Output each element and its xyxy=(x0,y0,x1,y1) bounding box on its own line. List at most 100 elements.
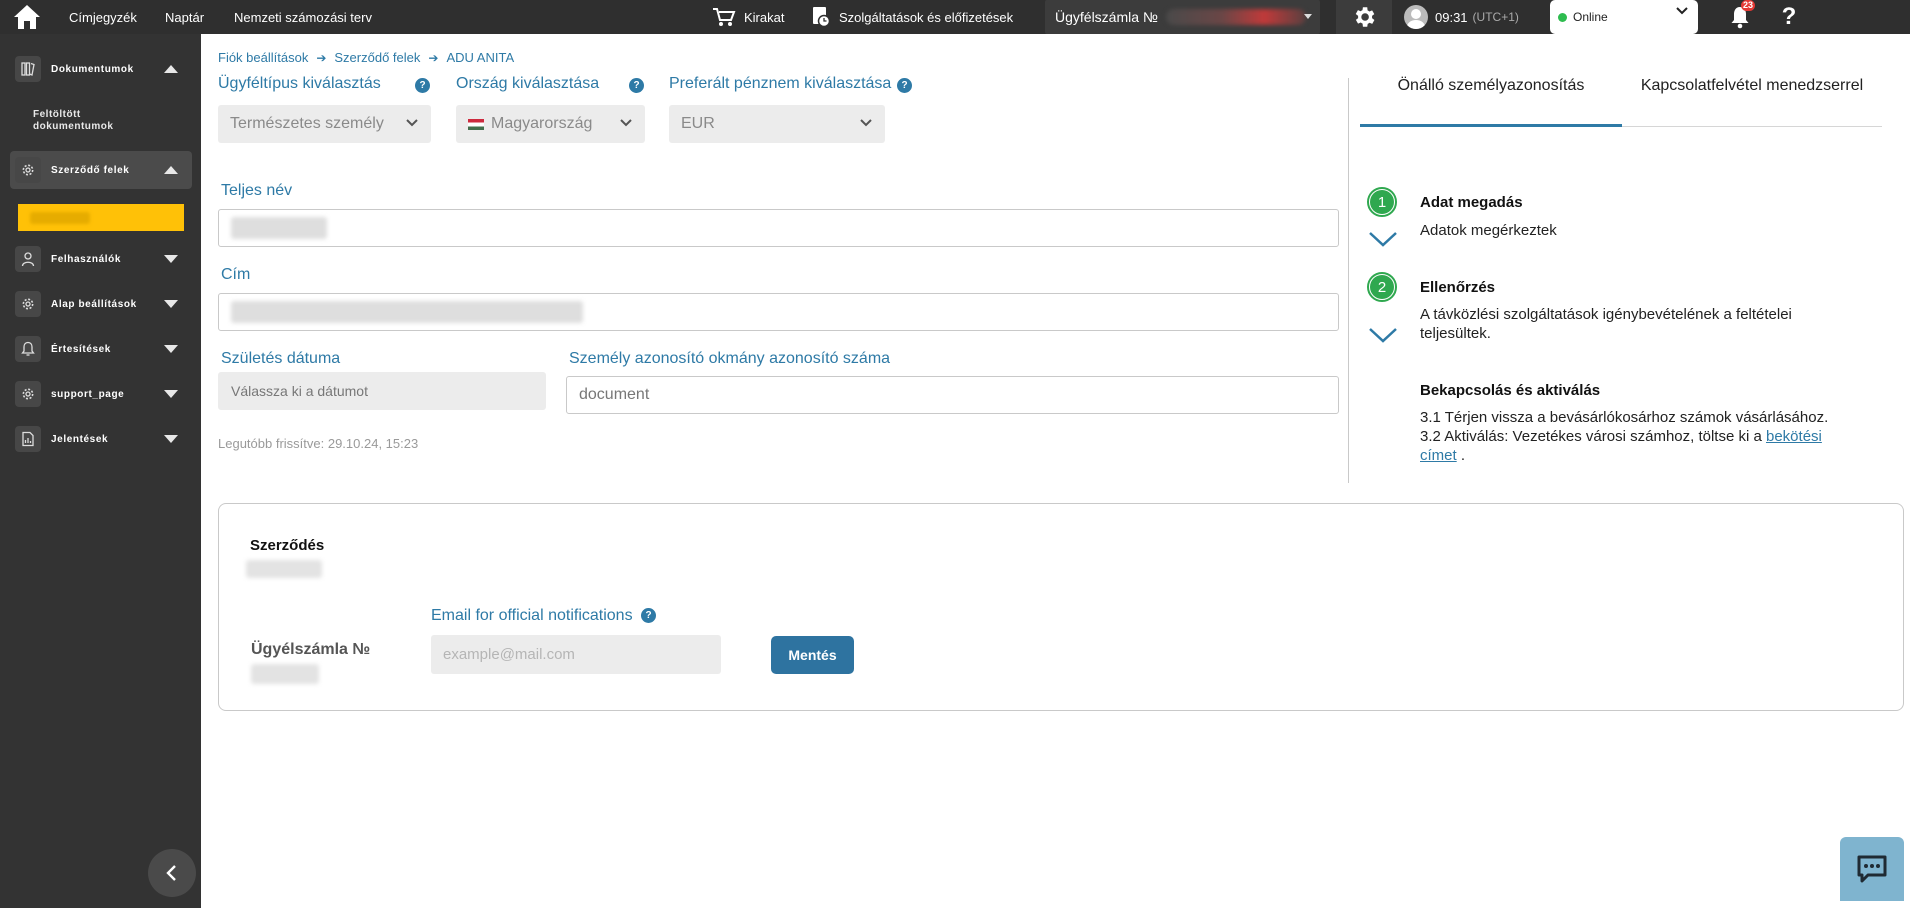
account-number-label: Ügyélszámla № xyxy=(251,641,371,658)
arrow-down-icon xyxy=(164,435,178,443)
services-link[interactable]: Szolgáltatások és előfizetések xyxy=(811,0,1013,34)
currency-value: EUR xyxy=(681,115,715,132)
sidebar-item-label: support_page xyxy=(51,388,125,400)
sidebar-item-reports[interactable]: Jelentések xyxy=(10,420,192,458)
notifications-button[interactable]: 23 xyxy=(1728,0,1756,34)
chevron-down-icon xyxy=(620,119,632,127)
step-1-number: 1 xyxy=(1370,190,1394,214)
step-3-title: Bekapcsolás és aktiválás xyxy=(1420,382,1601,399)
shop-label: Kirakat xyxy=(744,9,785,25)
avatar xyxy=(1404,5,1428,29)
save-button[interactable]: Mentés xyxy=(771,636,854,674)
client-type-value: Természetes személy xyxy=(230,115,384,132)
chevron-down-icon xyxy=(1676,7,1688,15)
sidebar-item-notifications[interactable]: Értesítések xyxy=(10,330,192,368)
sidebar-subitem-uploaded-documents[interactable]: Feltöltött dokumentumok xyxy=(33,109,153,133)
status-select[interactable]: Online xyxy=(1550,0,1698,34)
sidebar-item-support[interactable]: support_page xyxy=(10,375,192,413)
chat-button[interactable] xyxy=(1840,837,1904,901)
sidebar-item-label: Jelentések xyxy=(51,433,109,445)
tab-contact-manager[interactable]: Kapcsolatfelvétel menedzserrel xyxy=(1622,72,1882,127)
breadcrumb-item-current: ADU ANITA xyxy=(446,50,515,65)
library-icon xyxy=(15,56,41,82)
help-icon[interactable]: ? xyxy=(415,78,430,93)
step-2-indicator: 2 xyxy=(1367,272,1397,302)
settings-button[interactable] xyxy=(1336,0,1392,34)
tab-active-indicator xyxy=(1360,124,1622,127)
country-select[interactable]: Magyarország xyxy=(456,105,645,143)
breadcrumb: Fiók beállítások ➔ Szerződő felek ➔ ADU … xyxy=(218,50,514,65)
step-1-title: Adat megadás xyxy=(1420,194,1523,211)
sidebar-item-base-settings[interactable]: Alap beállítások xyxy=(10,285,192,323)
sidebar-item-label: Alap beállítások xyxy=(51,298,137,310)
sidebar-item-label: Értesítések xyxy=(51,343,111,355)
status-value: Online xyxy=(1573,10,1608,24)
report-icon xyxy=(15,426,41,452)
id-document-placeholder: document xyxy=(579,386,650,403)
numbering-plan-link[interactable]: Nemzeti számozási terv xyxy=(234,0,372,34)
currency-select[interactable]: EUR xyxy=(669,105,885,143)
arrow-right-icon: ➔ xyxy=(316,50,327,65)
breadcrumb-item-contract-parties[interactable]: Szerződő felek xyxy=(334,50,420,65)
chevron-down-icon xyxy=(406,119,418,127)
step-2-number: 2 xyxy=(1370,275,1394,299)
chevron-down-icon xyxy=(1369,328,1397,343)
sidebar-subitem-active-redacted[interactable] xyxy=(18,204,184,231)
id-document-label: Személy azonosító okmány azonosító száma xyxy=(569,350,891,367)
help-button[interactable]: ? xyxy=(1778,0,1800,34)
address-book-link[interactable]: Címjegyzék xyxy=(69,0,137,34)
account-selector[interactable]: Ügyfélszámla № xyxy=(1045,0,1320,34)
sidebar-item-users[interactable]: Felhasználók xyxy=(10,240,192,278)
sidebar-collapse-button[interactable] xyxy=(148,849,196,897)
gear-icon xyxy=(15,157,41,183)
shop-link[interactable]: Kirakat xyxy=(712,0,784,34)
birth-date-picker[interactable]: Válassza ki a dátumot xyxy=(218,372,546,410)
gear-icon xyxy=(15,381,41,407)
email-input[interactable] xyxy=(431,635,721,674)
user-icon xyxy=(15,246,41,272)
step-3-line-2-text: 3.2 Aktiválás: Vezetékes városi számhoz,… xyxy=(1420,428,1766,445)
sidebar-item-contract-parties[interactable]: Szerződő felek xyxy=(10,151,192,189)
arrow-up-icon xyxy=(164,166,178,174)
document-icon xyxy=(811,6,831,28)
vertical-divider xyxy=(1348,78,1349,483)
birth-date-placeholder: Válassza ki a dátumot xyxy=(231,383,368,399)
arrow-down-icon xyxy=(164,300,178,308)
notification-count-badge: 23 xyxy=(1741,0,1756,11)
sidebar-item-documents[interactable]: Dokumentumok xyxy=(10,50,192,88)
tab-self-identification[interactable]: Önálló személyazonosítás xyxy=(1360,72,1622,127)
help-icon[interactable]: ? xyxy=(629,78,644,93)
address-label: Cím xyxy=(221,266,251,283)
address-input[interactable] xyxy=(218,293,1339,331)
client-type-select[interactable]: Természetes személy xyxy=(218,105,431,143)
breadcrumb-item-account-settings[interactable]: Fiók beállítások xyxy=(218,50,308,65)
last-updated-text: Legutóbb frissítve: 29.10.24, 15:23 xyxy=(218,436,419,451)
timezone: (UTC+1) xyxy=(1472,10,1519,24)
calendar-link[interactable]: Naptár xyxy=(165,0,204,34)
services-label: Szolgáltatások és előfizetések xyxy=(839,9,1014,25)
currency-label: Preferált pénznem kiválasztása xyxy=(669,75,892,92)
gear-icon xyxy=(15,291,41,317)
hungary-flag-icon xyxy=(468,118,484,130)
cart-icon xyxy=(712,7,736,27)
client-type-label-text: Ügyféltípus kiválasztás xyxy=(218,75,381,92)
help-icon[interactable]: ? xyxy=(897,78,912,93)
step-3-text: 3.1 Térjen vissza a bevásárlókosárhoz sz… xyxy=(1420,408,1860,465)
full-name-input[interactable] xyxy=(218,209,1339,247)
chat-icon xyxy=(1857,855,1887,883)
step-2-text: A távközlési szolgáltatások igénybevétel… xyxy=(1420,306,1792,342)
online-status-dot xyxy=(1558,12,1567,22)
home-button[interactable] xyxy=(12,0,42,34)
step-3-line-2: 3.2 Aktiválás: Vezetékes városi számhoz,… xyxy=(1420,427,1860,465)
chevron-down-icon xyxy=(1369,232,1397,247)
step-3-suffix: . xyxy=(1456,447,1466,464)
user-info[interactable]: 09:31 (UTC+1) xyxy=(1404,0,1519,34)
id-document-input[interactable]: document xyxy=(566,376,1339,414)
bell-icon xyxy=(15,336,41,362)
redacted-text xyxy=(30,211,90,224)
caret-down-icon xyxy=(1304,14,1312,19)
birth-date-label: Születés dátuma xyxy=(221,350,341,367)
help-icon[interactable]: ? xyxy=(641,608,657,624)
account-number-redacted xyxy=(1165,9,1306,25)
full-name-label: Teljes név xyxy=(221,182,293,199)
